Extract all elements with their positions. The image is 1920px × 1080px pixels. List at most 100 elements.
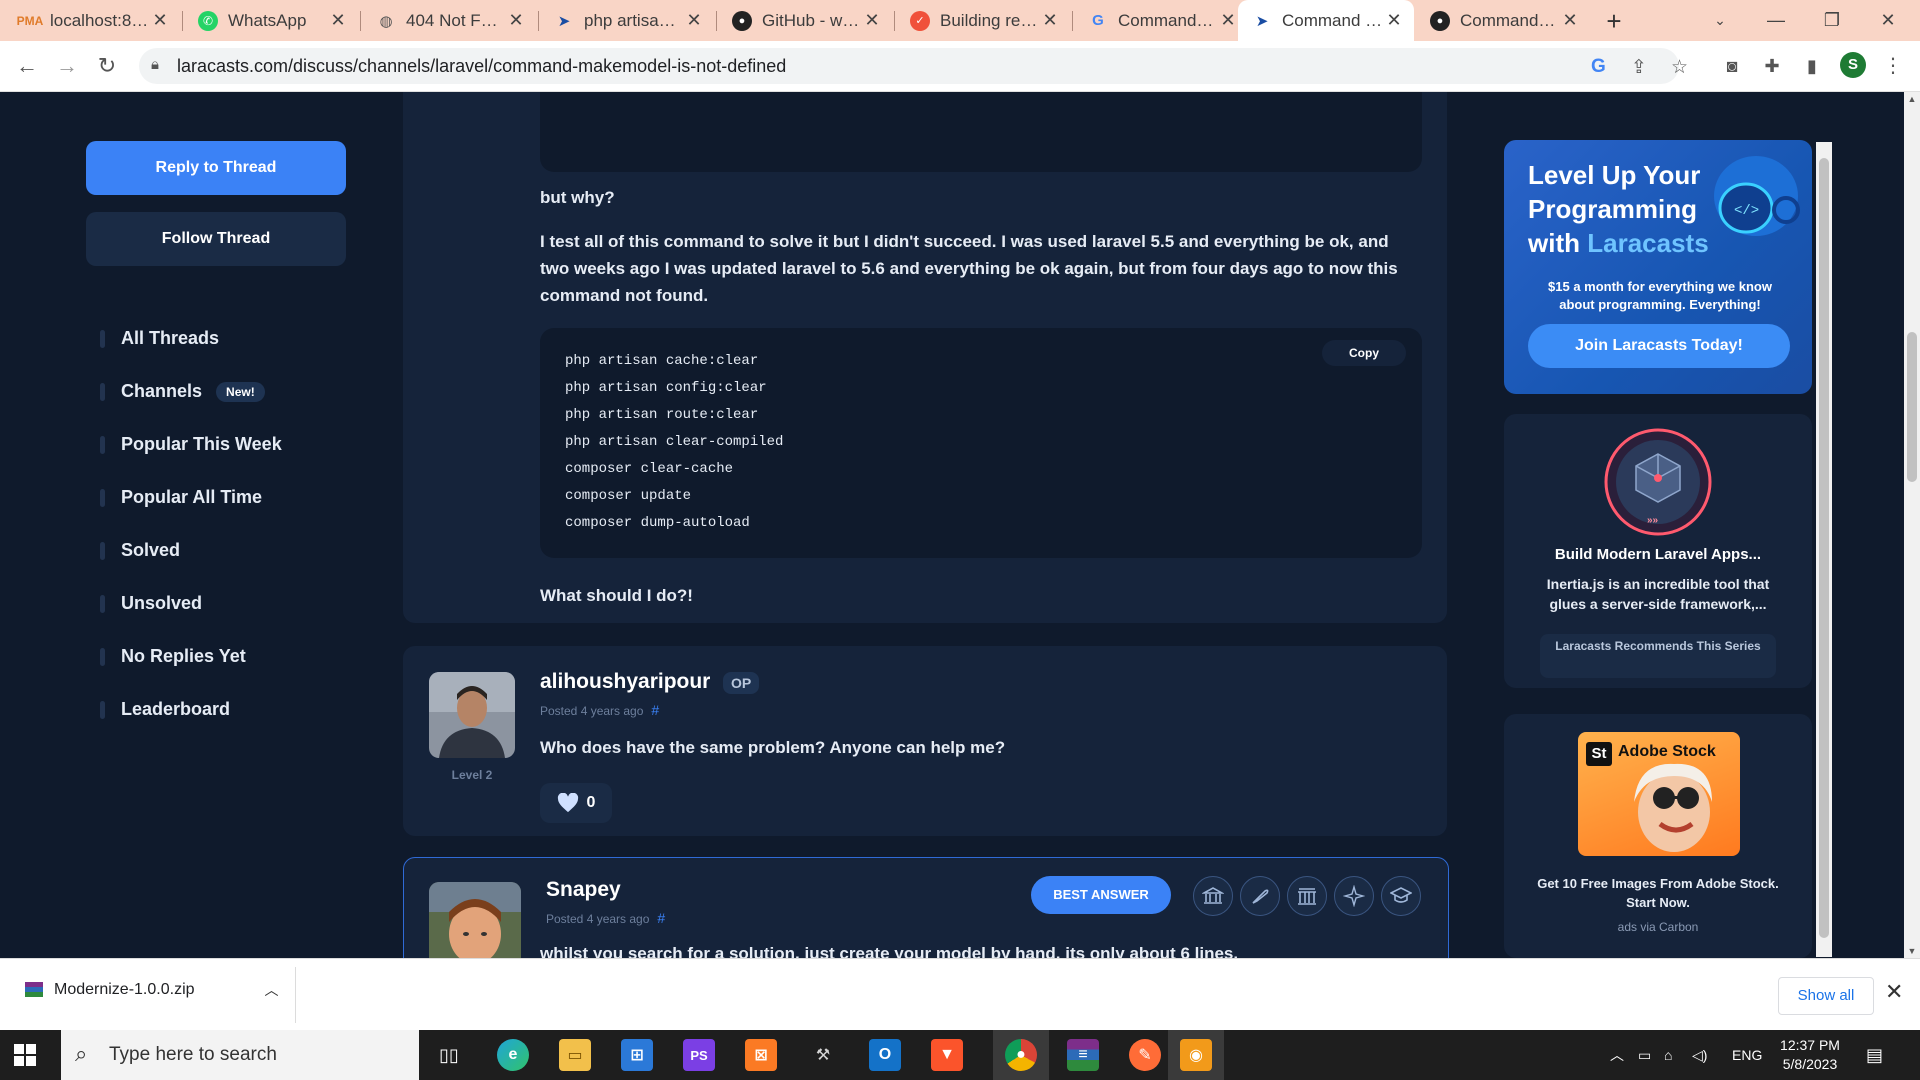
lock-icon[interactable]: 🔒︎ xyxy=(151,56,159,73)
google-lens-icon[interactable]: G xyxy=(1591,56,1606,78)
file-explorer-icon[interactable]: ▭ xyxy=(559,1039,591,1071)
new-tab-button[interactable]: + xyxy=(1599,6,1629,36)
tab-localhost[interactable]: PMA localhost:8080 ✕ xyxy=(6,0,180,41)
xampp-icon[interactable]: ⊠ xyxy=(745,1039,777,1071)
microsoft-store-icon[interactable]: ⊞ xyxy=(621,1039,653,1071)
download-item[interactable]: Modernize-1.0.0.zip ︿ xyxy=(24,980,279,1000)
close-tab-icon[interactable]: ✕ xyxy=(1218,10,1238,31)
side-panel-icon[interactable]: ▮ xyxy=(1797,51,1827,81)
share-icon[interactable]: ⇪ xyxy=(1631,56,1647,79)
join-laracasts-button[interactable]: Join Laracasts Today! xyxy=(1528,324,1790,368)
search-icon: ⌕ xyxy=(75,1041,88,1066)
nav-unsolved[interactable]: Unsolved xyxy=(100,577,282,630)
chrome-icon[interactable]: ● xyxy=(1005,1039,1037,1071)
profile-avatar[interactable]: S xyxy=(1840,52,1866,78)
scroll-up-arrow[interactable]: ▲ xyxy=(1904,94,1920,104)
taskbar-search-input[interactable]: ⌕ Type here to search xyxy=(61,1030,419,1080)
volume-icon[interactable]: ◁) xyxy=(1692,1030,1707,1080)
close-tab-icon[interactable]: ✕ xyxy=(1384,10,1404,31)
recommends-label[interactable]: Laracasts Recommends This Series xyxy=(1540,634,1776,678)
tab-laracasts-command-active[interactable]: ➤ Command "ma ✕ xyxy=(1238,0,1414,41)
battery-icon[interactable]: ▭ xyxy=(1638,1030,1651,1080)
brave-browser-icon[interactable]: ▼ xyxy=(931,1039,963,1071)
follow-thread-button[interactable]: Follow Thread xyxy=(86,212,346,266)
achievement-sparkle-icon[interactable] xyxy=(1334,876,1374,916)
forward-icon[interactable]: → xyxy=(52,51,82,81)
copy-button[interactable]: Copy xyxy=(1322,340,1406,366)
scroll-down-arrow[interactable]: ▼ xyxy=(1904,946,1920,956)
language-indicator[interactable]: ENG xyxy=(1732,1030,1762,1080)
close-tab-icon[interactable]: ✕ xyxy=(862,10,882,31)
nav-popular-all-time[interactable]: Popular All Time xyxy=(100,471,282,524)
bookmark-star-icon[interactable]: ☆ xyxy=(1671,56,1688,79)
close-tab-icon[interactable]: ✕ xyxy=(328,10,348,31)
maximize-button[interactable]: ❐ xyxy=(1804,0,1860,41)
task-view-icon[interactable]: ▯▯ xyxy=(433,1039,465,1071)
close-tab-icon[interactable]: ✕ xyxy=(150,10,170,31)
reply-to-thread-button[interactable]: Reply to Thread xyxy=(86,141,346,195)
back-icon[interactable]: ← xyxy=(12,51,42,81)
minimize-button[interactable]: — xyxy=(1748,0,1804,41)
like-button[interactable]: 0 xyxy=(540,783,612,823)
close-tab-icon[interactable]: ✕ xyxy=(506,10,526,31)
nav-solved[interactable]: Solved xyxy=(100,524,282,577)
close-window-button[interactable]: ✕ xyxy=(1860,0,1916,41)
laracasts-promo[interactable]: Level Up Your Programming with Laracasts… xyxy=(1504,140,1812,394)
carbon-ad[interactable]: St Adobe Stock Get 10 Free Images From A… xyxy=(1504,714,1812,958)
tab-google-command[interactable]: G Command "ma ✕ xyxy=(1074,0,1248,41)
close-tab-icon[interactable]: ✕ xyxy=(684,10,704,31)
tab-whatsapp[interactable]: ✆ WhatsApp ✕ xyxy=(184,0,358,41)
achievement-graduate-icon[interactable] xyxy=(1381,876,1421,916)
address-bar[interactable]: 🔒︎ laracasts.com/discuss/channels/larave… xyxy=(139,48,1688,84)
nav-no-replies-yet[interactable]: No Replies Yet xyxy=(100,630,282,683)
outlook-icon[interactable]: O xyxy=(869,1039,901,1071)
tab-404[interactable]: ◍ 404 Not Found ✕ xyxy=(362,0,536,41)
google-icon: G xyxy=(1092,12,1104,29)
edge-browser-icon[interactable]: e xyxy=(497,1039,529,1071)
windows-start-icon[interactable] xyxy=(14,1044,36,1066)
achievement-temple-icon[interactable] xyxy=(1287,876,1327,916)
chevron-up-icon[interactable]: ︿ xyxy=(265,980,279,1000)
nav-leaderboard[interactable]: Leaderboard xyxy=(100,683,282,736)
username[interactable]: Snapey xyxy=(546,878,621,902)
permalink[interactable]: # xyxy=(651,702,659,718)
achievement-bank-icon[interactable] xyxy=(1193,876,1233,916)
permalink[interactable]: # xyxy=(657,910,665,926)
avatar[interactable] xyxy=(429,672,515,758)
xampp-panel-icon[interactable]: ◉ xyxy=(1180,1039,1212,1071)
nav-channels[interactable]: Channels New! xyxy=(100,365,282,418)
nav-popular-this-week[interactable]: Popular This Week xyxy=(100,418,282,471)
network-icon[interactable]: ⌂ xyxy=(1664,1030,1672,1080)
phpstorm-icon[interactable]: PS xyxy=(683,1039,715,1071)
screenshot-icon[interactable]: ◙ xyxy=(1717,51,1747,81)
tab-php-artisan[interactable]: ➤ php artisan make ✕ xyxy=(540,0,714,41)
extensions-icon[interactable]: ✚ xyxy=(1757,51,1787,81)
url-text[interactable]: laracasts.com/discuss/channels/laravel/c… xyxy=(177,48,786,84)
chevron-up-icon[interactable]: ︿ xyxy=(1610,1030,1624,1080)
menu-kebab-icon[interactable]: ⋮ xyxy=(1878,51,1908,81)
close-tab-icon[interactable]: ✕ xyxy=(1560,10,1580,31)
tools-icon[interactable]: ⚒ xyxy=(807,1039,839,1071)
achievement-feather-icon[interactable] xyxy=(1240,876,1280,916)
notifications-icon[interactable]: ▤ xyxy=(1866,1030,1883,1080)
sidebar-scrollbar[interactable] xyxy=(1816,142,1832,957)
close-tab-icon[interactable]: ✕ xyxy=(1040,10,1060,31)
postman-icon[interactable]: ✎ xyxy=(1129,1039,1161,1071)
reload-icon[interactable]: ↻ xyxy=(92,51,122,81)
show-all-downloads-button[interactable]: Show all xyxy=(1778,977,1874,1015)
scrollbar-thumb[interactable] xyxy=(1907,332,1917,482)
ads-via-carbon[interactable]: ads via Carbon xyxy=(1504,920,1812,934)
page-scrollbar[interactable]: ▲ ▼ xyxy=(1904,92,1920,958)
tab-github[interactable]: ● GitHub - webfi ✕ xyxy=(718,0,892,41)
best-answer-badge[interactable]: BEST ANSWER xyxy=(1031,876,1171,914)
winrar-icon[interactable]: ≡ xyxy=(1067,1039,1099,1071)
nav-all-threads[interactable]: All Threads xyxy=(100,312,282,365)
close-icon[interactable]: ✕ xyxy=(1885,979,1903,1005)
tab-search-icon[interactable]: ⌄ xyxy=(1692,0,1748,41)
tab-github-command[interactable]: ● Command "ma ✕ xyxy=(1416,0,1590,41)
series-recommendation[interactable]: »» Build Modern Laravel Apps... Inertia.… xyxy=(1504,414,1812,688)
username[interactable]: alihoushyaripour xyxy=(540,670,710,694)
avatar[interactable] xyxy=(429,882,521,958)
taskbar-clock[interactable]: 12:37 PM 5/8/2023 xyxy=(1770,1036,1850,1074)
tab-building-requests[interactable]: ✓ Building reque ✕ xyxy=(896,0,1070,41)
